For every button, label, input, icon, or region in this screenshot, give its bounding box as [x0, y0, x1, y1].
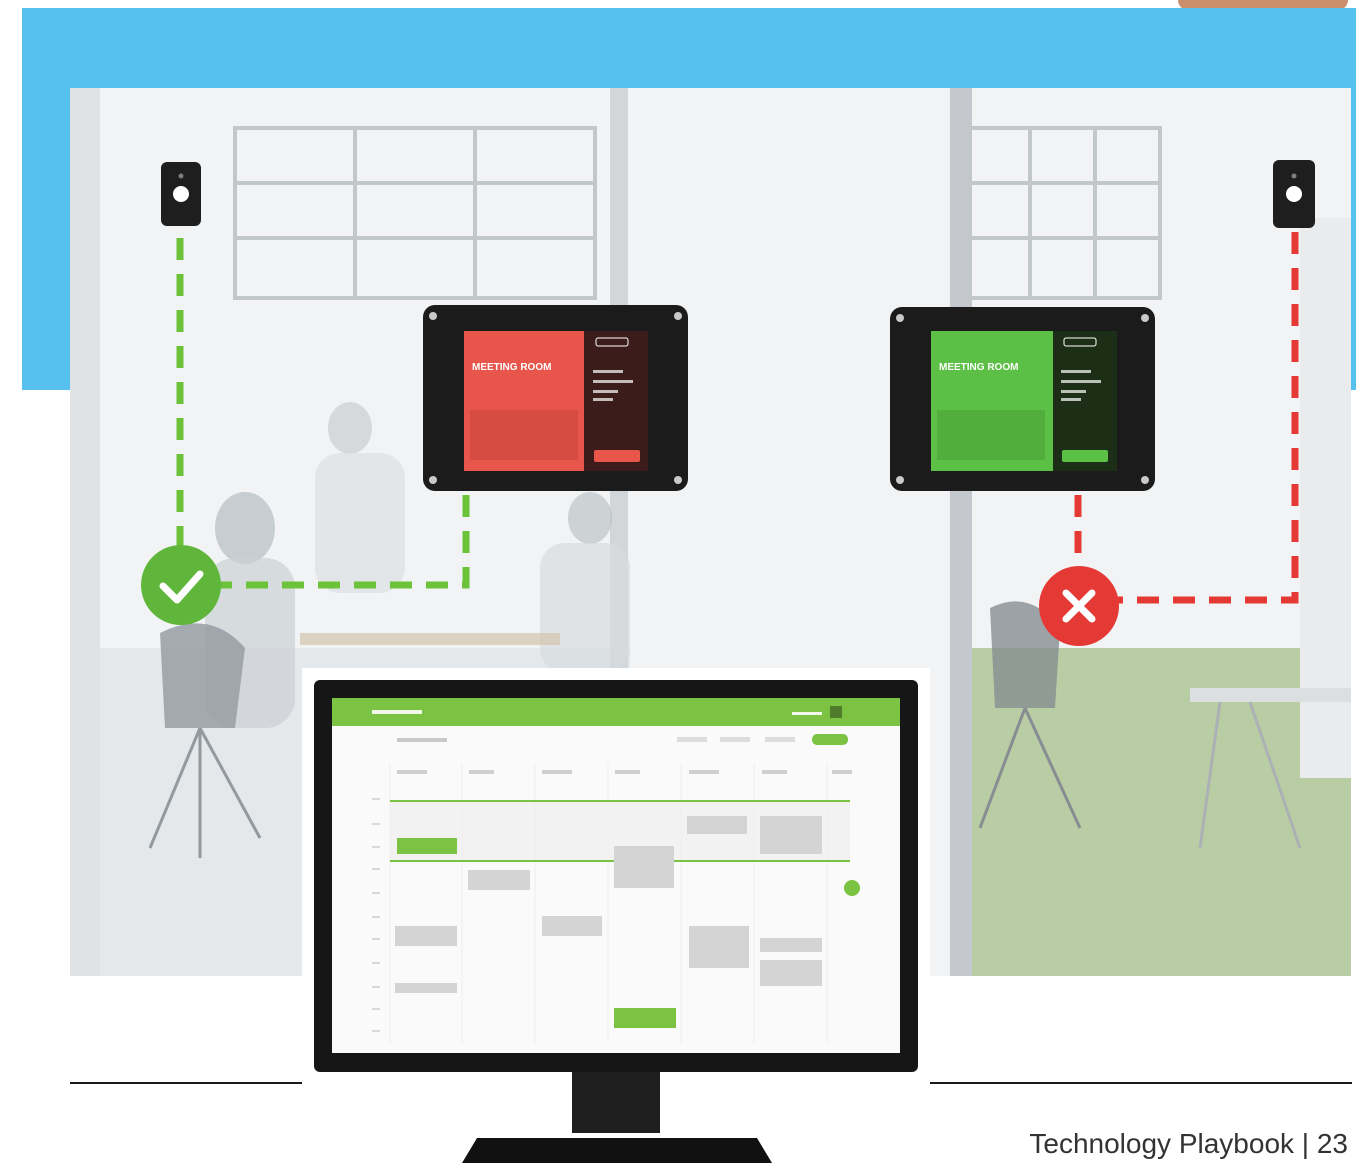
footer-rule-right [926, 1082, 1352, 1084]
desktop-monitor [302, 668, 930, 1168]
footer-rule-left [70, 1082, 302, 1084]
room-tablet-occupied: MEETING ROOM [423, 305, 688, 491]
tablet-occupied-title: MEETING ROOM [472, 362, 551, 373]
presence-sensor-right [1273, 160, 1315, 228]
page-footer: Technology Playbook | 23 [1029, 1128, 1348, 1159]
check-icon [141, 545, 221, 625]
presence-sensor-left [161, 162, 201, 226]
close-icon [1039, 566, 1119, 646]
room-tablet-available: MEETING ROOM [890, 307, 1155, 491]
tablet-available-title: MEETING ROOM [939, 362, 1018, 373]
